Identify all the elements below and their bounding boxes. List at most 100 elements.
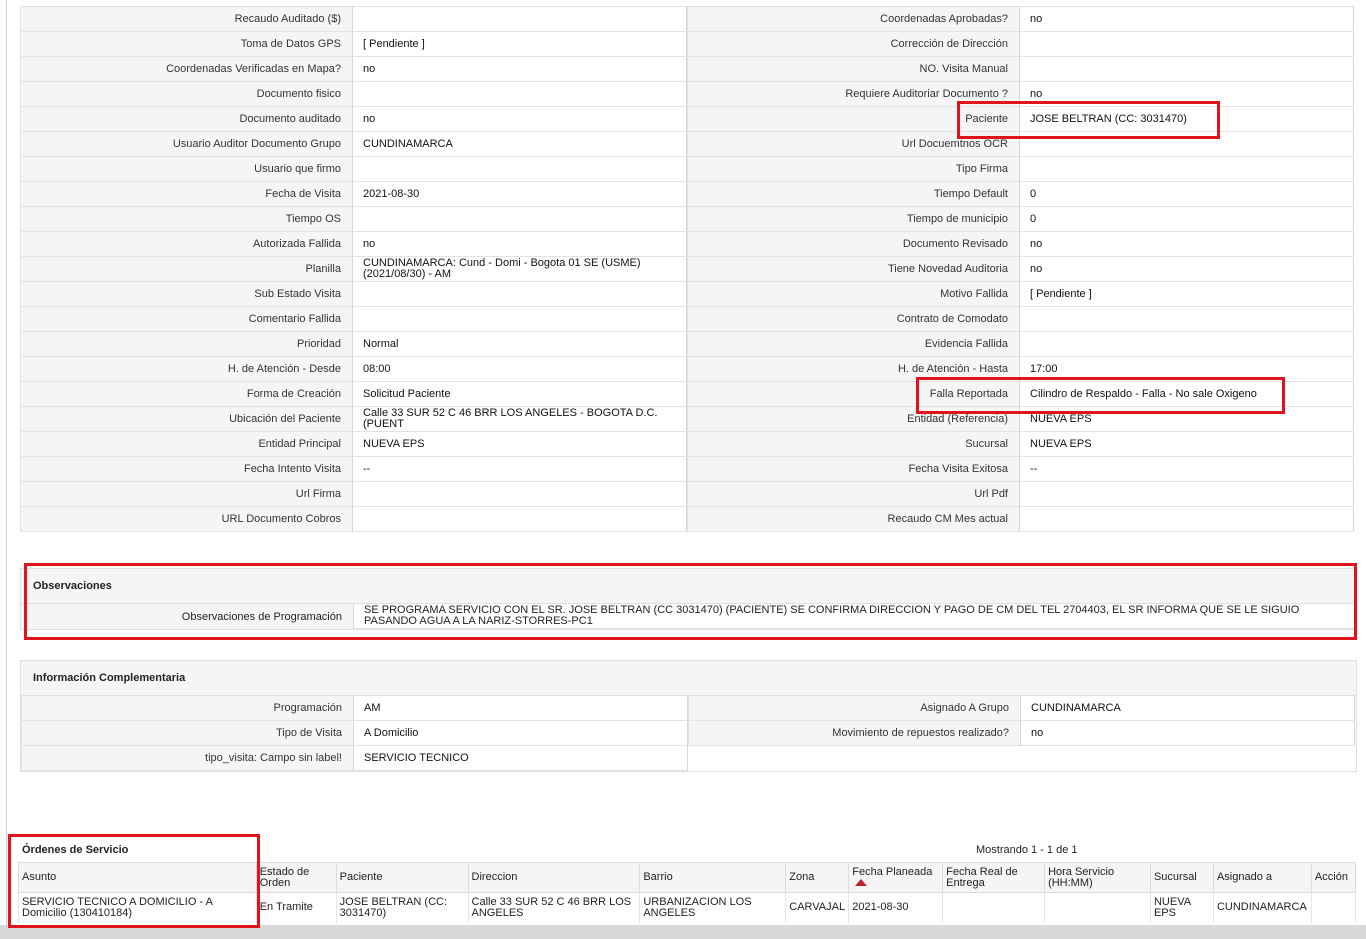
field-value: Solicitud Paciente <box>353 382 687 407</box>
table-cell: JOSE BELTRAN (CC: 3031470) <box>335 892 469 923</box>
field-value: 0 <box>1020 207 1354 232</box>
field-value: no <box>1020 82 1354 107</box>
column-header[interactable]: Barrio <box>639 862 787 893</box>
column-header[interactable]: Paciente <box>335 862 469 893</box>
column-header[interactable]: Hora Servicio (HH:MM) <box>1044 862 1151 893</box>
field-label: Evidencia Fallida <box>687 332 1020 357</box>
field-value <box>1020 57 1354 82</box>
detail-row: Autorizada Fallida no Documento Revisado no <box>20 232 1355 257</box>
detail-row: Planilla CUNDINAMARCA: Cund - Domi - Bogo… <box>20 257 1355 282</box>
field-label: Recaudo Auditado ($) <box>20 7 353 32</box>
sort-ascending-icon[interactable] <box>855 879 868 887</box>
observaciones-label: Observaciones de Programación <box>21 604 354 629</box>
detail-row: Ubicación del Paciente Calle 33 SUR 52 C … <box>20 407 1355 432</box>
column-header[interactable]: Asunto <box>18 862 257 893</box>
column-header[interactable]: Sucursal <box>1149 862 1214 893</box>
field-label: Toma de Datos GPS <box>20 32 353 57</box>
field-value: no <box>353 57 687 82</box>
orders-header-row: Asunto Estado de Orden Paciente Direccion Ba… <box>18 862 1357 893</box>
field-value <box>1020 332 1354 357</box>
field-value: no <box>1020 7 1354 32</box>
horizontal-scrollbar[interactable] <box>0 925 1366 939</box>
column-header[interactable]: Fecha Real de Entrega <box>942 862 1046 893</box>
field-value: Calle 33 SUR 52 C 46 BRR LOS ANGELES - B… <box>353 407 687 432</box>
complementaria-row: tipo_visita: Campo sin label! SERVICIO TE… <box>21 746 1356 771</box>
field-label: Documento Revisado <box>687 232 1020 257</box>
table-cell: Calle 33 SUR 52 C 46 BRR LOS ANGELES <box>467 892 641 923</box>
field-value: [ Pendiente ] <box>353 32 687 57</box>
detail-row: URL Documento Cobros Recaudo CM Mes actua… <box>20 507 1355 532</box>
field-value <box>1020 482 1354 507</box>
column-header[interactable]: Estado de Orden <box>255 862 337 893</box>
field-value <box>353 482 687 507</box>
detail-row: Fecha Intento Visita -- Fecha Visita Exito… <box>20 457 1355 482</box>
field-label: Paciente <box>687 107 1020 132</box>
field-value: NUEVA EPS <box>353 432 687 457</box>
field-label: Requiere Auditoriar Documento ? <box>687 82 1020 107</box>
detail-row: Prioridad Normal Evidencia Fallida <box>20 332 1355 357</box>
orders-pagination-info: Mostrando 1 - 1 de 1 <box>976 844 1078 856</box>
field-value <box>353 282 687 307</box>
field-value: no <box>1020 257 1354 282</box>
field-label: Url Pdf <box>687 482 1020 507</box>
column-header-label: Asignado a <box>1216 871 1272 883</box>
column-header-label: Fecha Planeada <box>852 865 933 878</box>
observaciones-value: SE PROGRAMA SERVICIO CON EL SR. JOSE BEL… <box>354 604 1356 629</box>
field-value <box>353 7 687 32</box>
detail-row: Toma de Datos GPS[ Pendiente ] Corrección… <box>20 32 1355 57</box>
column-header-label: Zona <box>789 871 815 883</box>
field-value: SERVICIO TECNICO <box>354 746 688 771</box>
column-header[interactable]: Acción <box>1310 862 1357 893</box>
field-value: no <box>353 232 687 257</box>
observaciones-title: Observaciones <box>21 569 1356 604</box>
field-label: Tipo Firma <box>687 157 1020 182</box>
field-value: -- <box>353 457 687 482</box>
detail-row: Tiempo OS Tiempo de municipio 0 <box>20 207 1355 232</box>
field-label: Falla Reportada <box>687 382 1020 407</box>
detail-row: Fecha de Visita 2021-08-30 Tiempo Default 0 <box>20 182 1355 207</box>
column-header[interactable]: Fecha Planeada <box>848 862 944 893</box>
field-label: Corrección de Dirección <box>687 32 1020 57</box>
field-value <box>353 307 687 332</box>
field-value: no <box>1020 232 1354 257</box>
field-value <box>1020 157 1354 182</box>
detail-row: Sub Estado Visita Motivo Fallida[ Pendien… <box>20 282 1355 307</box>
table-cell: NUEVA EPS <box>1149 892 1214 923</box>
column-header[interactable]: Asignado a <box>1212 862 1312 893</box>
field-value <box>353 207 687 232</box>
field-label: Motivo Fallida <box>687 282 1020 307</box>
field-label: Documento auditado <box>20 107 353 132</box>
field-label: Url Docuemtnos OCR <box>687 132 1020 157</box>
field-label: Fecha Visita Exitosa <box>687 457 1020 482</box>
field-label: Sub Estado Visita <box>20 282 353 307</box>
field-label: Asignado A Grupo <box>688 696 1021 721</box>
field-label: Tipo de Visita <box>21 721 354 746</box>
field-label: Forma de Creación <box>20 382 353 407</box>
column-header-label: Barrio <box>643 871 673 883</box>
field-label: H. de Atención - Desde <box>20 357 353 382</box>
field-value: CUNDINAMARCA <box>353 132 687 157</box>
field-label: Prioridad <box>20 332 353 357</box>
visit-detail-grid: Recaudo Auditado ($) Coordenadas Aprobada… <box>20 6 1355 532</box>
field-value <box>1020 307 1354 332</box>
detail-row: Usuario que firmo Tipo Firma <box>20 157 1355 182</box>
table-cell <box>942 892 1046 923</box>
field-label: tipo_visita: Campo sin label! <box>21 746 354 771</box>
detail-row: Documento fisico Requiere Auditoriar Docu… <box>20 82 1355 107</box>
table-cell[interactable]: SERVICIO TECNICO A DOMICILIO - A Domicil… <box>18 892 257 923</box>
field-label: Usuario Auditor Documento Grupo <box>20 132 353 157</box>
column-header-label: Sucursal <box>1153 871 1197 883</box>
column-header[interactable]: Zona <box>785 862 850 893</box>
field-value: A Domicilio <box>354 721 688 746</box>
field-label: Coordenadas Aprobadas? <box>687 7 1020 32</box>
field-label: Ubicación del Paciente <box>20 407 353 432</box>
column-header[interactable]: Direccion <box>467 862 641 893</box>
complementaria-row: Programación AM Asignado A Grupo CUNDINAMAR… <box>21 696 1356 721</box>
field-label: URL Documento Cobros <box>20 507 353 532</box>
column-header-label: Hora Servicio (HH:MM) <box>1048 865 1115 889</box>
field-value <box>353 82 687 107</box>
detail-row: Comentario Fallida Contrato de Comodato <box>20 307 1355 332</box>
table-row[interactable]: SERVICIO TECNICO A DOMICILIO - A Domicil… <box>18 892 1357 923</box>
field-value <box>1020 32 1354 57</box>
detail-row: H. de Atención - Desde 08:00 H. de Atenció… <box>20 357 1355 382</box>
